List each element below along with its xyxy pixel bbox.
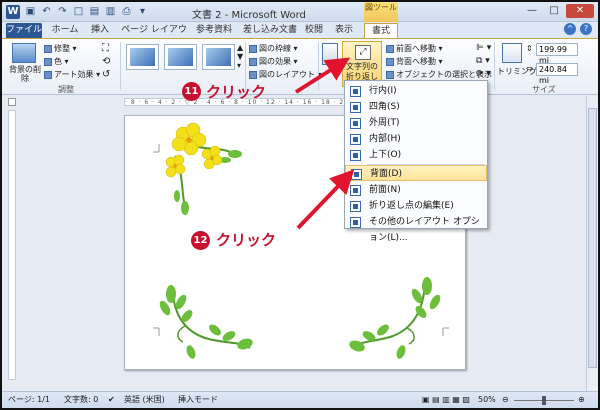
proofing-icon[interactable]: ✔ (108, 392, 115, 408)
zoom-slider-thumb[interactable] (542, 396, 546, 405)
zoom-out-icon[interactable]: ⊖ (502, 392, 509, 408)
status-bar: ページ: 1/1 文字数: 0 ✔ 英語 (米国) 挿入モード ▣ ▤ ▥ ▦ … (2, 391, 598, 408)
view-buttons[interactable]: ▣ ▤ ▥ ▦ ▧ (422, 392, 470, 408)
zoom-level[interactable]: 50% (478, 392, 496, 408)
word-window: W ▣ ↶ ↷ □ ▤ ▥ ⎙ ▾ 文書 2 - Microsoft Word … (0, 0, 600, 410)
insert-mode-indicator[interactable]: 挿入モード (178, 392, 218, 408)
word-count[interactable]: 文字数: 0 (64, 392, 98, 408)
step-11-arrow (294, 57, 351, 94)
zoom-in-icon[interactable]: ⊕ (578, 392, 585, 408)
page-count[interactable]: ページ: 1/1 (8, 392, 50, 408)
step-12-arrow (296, 169, 355, 230)
language-indicator[interactable]: 英語 (米国) (124, 392, 165, 408)
annotation-arrows (294, 57, 355, 230)
